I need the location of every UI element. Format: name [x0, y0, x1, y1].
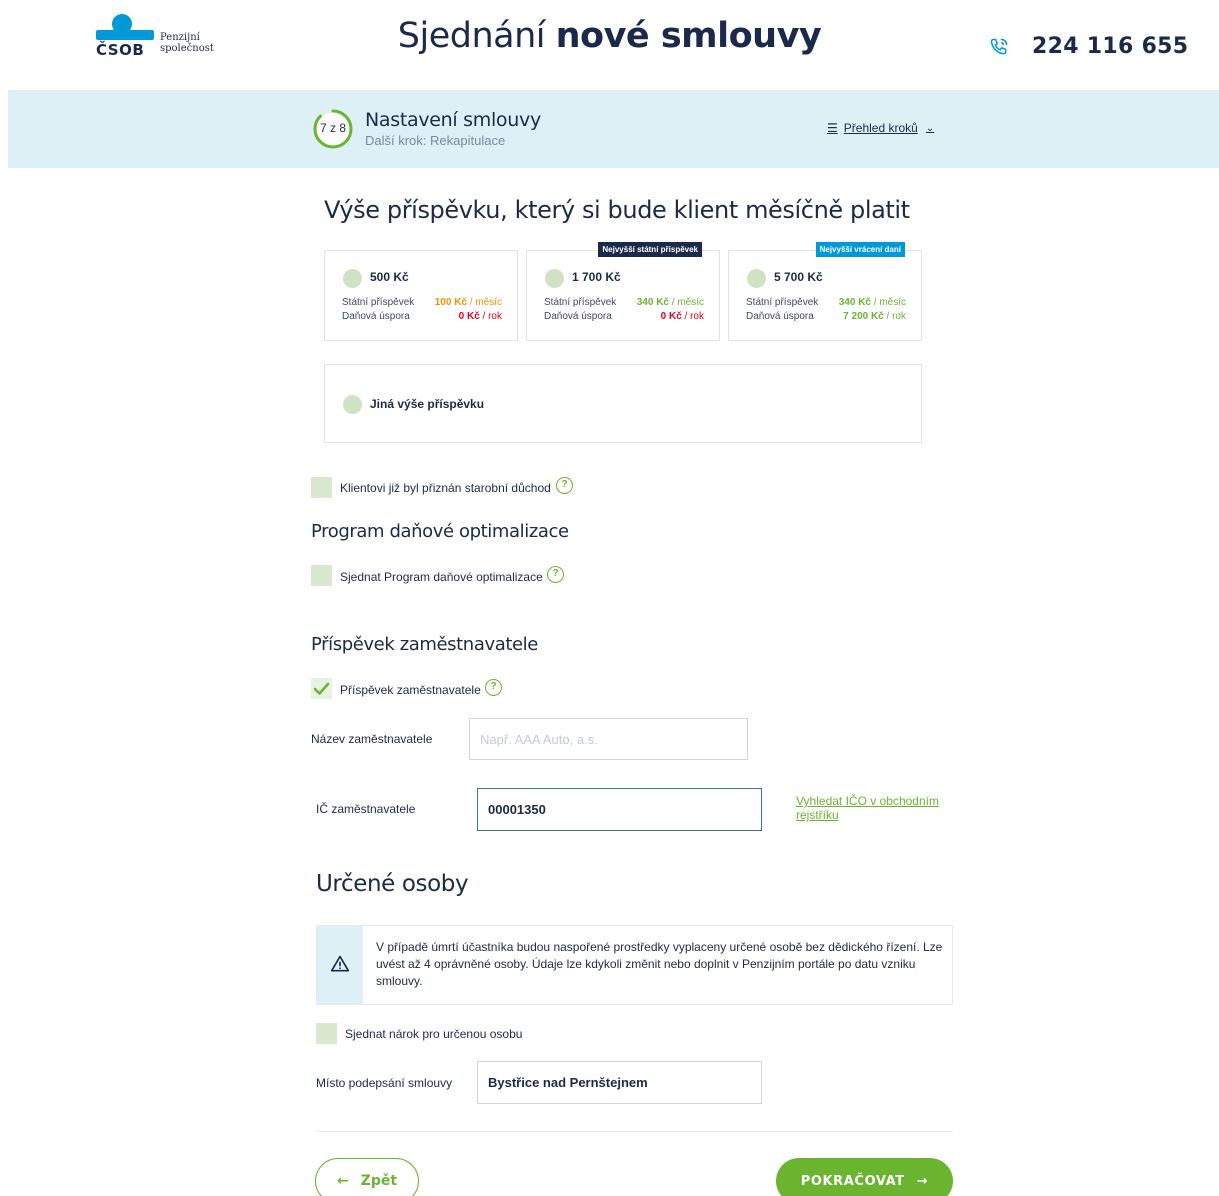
page-header: ČSOB Penzijní společnost Sjednání nové s… — [0, 0, 1219, 90]
state-contribution-row: Státní příspěvek 340 Kč / měsíc — [544, 297, 704, 308]
chevron-down-icon: ⌄ — [925, 122, 935, 134]
contribution-amount: 500 Kč — [370, 270, 409, 284]
contribution-option-1700[interactable]: Nejvyšší státní příspěvek 1 700 Kč Státn… — [526, 242, 720, 341]
warning-icon — [330, 955, 350, 972]
steps-overview-toggle[interactable]: ☰ Přehled kroků ⌄ — [827, 121, 934, 135]
back-button[interactable]: ← Zpět — [315, 1158, 419, 1196]
radio-button[interactable] — [343, 395, 362, 414]
radio-button[interactable] — [747, 269, 766, 288]
designated-persons-heading: Určené osoby — [316, 871, 469, 897]
state-contribution-row: Státní příspěvek 340 Kč / měsíc — [746, 297, 906, 308]
employer-ico-label: IČ zaměstnavatele — [316, 802, 416, 816]
arrow-right-icon: → — [916, 1173, 929, 1189]
continue-button[interactable]: POKRAČOVAT → — [776, 1158, 953, 1196]
tax-saving-row: Daňová úspora 7 200 Kč / rok — [746, 311, 906, 322]
signing-place-label: Místo podepsání smlouvy — [316, 1076, 453, 1090]
employer-heading: Příspěvek zaměstnavatele — [311, 634, 538, 655]
employer-ico-input[interactable]: 00001350 — [477, 788, 762, 831]
signing-place-input[interactable]: Bystřice nad Pernštejnem — [477, 1061, 762, 1104]
other-amount-label: Jiná výše příspěvku — [370, 397, 485, 411]
continue-button-label: POKRAČOVAT — [800, 1173, 905, 1189]
notice-text: V případě úmrtí účastníka budou naspořen… — [376, 940, 943, 988]
tax-program-label: Sjednat Program daňové optimalizace — [340, 570, 543, 584]
help-icon[interactable]: ? — [485, 679, 502, 696]
step-count: 7 z 8 — [319, 121, 346, 135]
arrow-left-icon: ← — [336, 1173, 349, 1189]
tax-saving-row: Daňová úspora 0 Kč / rok — [544, 311, 704, 322]
contribution-option-other[interactable]: Jiná výše příspěvku — [324, 364, 922, 443]
designated-person-checkbox[interactable] — [316, 1023, 337, 1044]
badge-highest-state-contribution: Nejvyšší státní příspěvek — [598, 242, 702, 257]
steps-overview-label: Přehled kroků — [843, 121, 918, 135]
contribution-heading: Výše příspěvku, který si bude klient měs… — [324, 196, 910, 224]
tax-saving-row: Daňová úspora 0 Kč / rok — [342, 311, 502, 322]
contribution-option-500[interactable]: 500 Kč Státní příspěvek 100 Kč / měsíc Da… — [324, 250, 518, 341]
employer-name-label: Název zaměstnavatele — [311, 732, 433, 746]
tax-program-heading: Program daňové optimalizace — [311, 521, 569, 542]
step-bar: 7 z 8 Nastavení smlouvy Další krok: Reka… — [8, 90, 1219, 168]
phone-number[interactable]: 224 116 655 — [1032, 34, 1188, 59]
employer-contribution-checkbox[interactable] — [311, 678, 332, 699]
next-step-label: Další krok: Rekapitulace — [365, 133, 506, 148]
contribution-amount: 5 700 Kč — [774, 270, 823, 284]
back-button-label: Zpět — [360, 1173, 398, 1189]
badge-highest-tax-refund: Nejvyšší vrácení daní — [815, 242, 905, 257]
designated-person-label: Sjednat nárok pro určenou osobu — [345, 1027, 523, 1041]
divider — [316, 1131, 953, 1132]
tax-program-checkbox[interactable] — [311, 565, 332, 586]
state-contribution-row: Státní příspěvek 100 Kč / měsíc — [342, 297, 502, 308]
search-ico-link[interactable]: Vyhledat IČO v obchodním rejstříku — [796, 794, 956, 822]
designated-persons-notice: V případě úmrtí účastníka budou naspořen… — [316, 925, 953, 1005]
step-title: Nastavení smlouvy — [365, 109, 541, 131]
employer-name-input[interactable]: Např. AAA Auto, a.s. — [469, 718, 748, 760]
contribution-amount: 1 700 Kč — [572, 270, 621, 284]
contribution-option-5700[interactable]: Nejvyšší vrácení daní 5 700 Kč Státní př… — [728, 242, 922, 341]
list-icon: ☰ — [827, 121, 838, 135]
pension-granted-label: Klientovi již byl přiznán starobní důcho… — [340, 481, 551, 495]
pension-granted-checkbox[interactable] — [311, 477, 332, 498]
employer-contribution-label: Příspěvek zaměstnavatele — [340, 683, 481, 697]
radio-button[interactable] — [343, 269, 362, 288]
radio-button[interactable] — [545, 269, 564, 288]
phone-icon — [990, 38, 1008, 55]
help-icon[interactable]: ? — [556, 477, 573, 494]
help-icon[interactable]: ? — [547, 566, 564, 583]
